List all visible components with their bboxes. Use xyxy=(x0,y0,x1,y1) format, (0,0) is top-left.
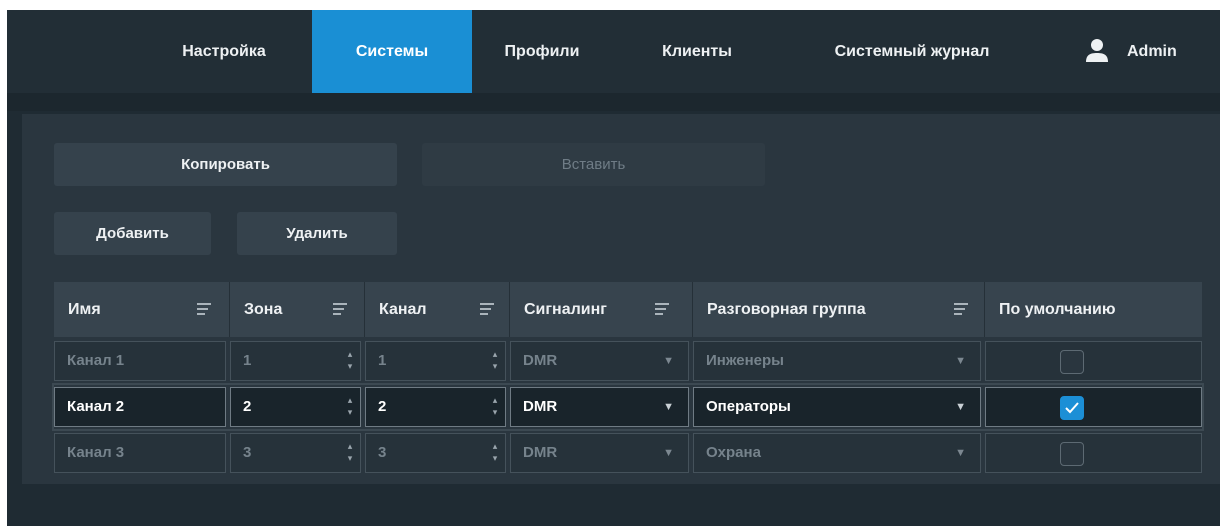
column-menu-icon[interactable] xyxy=(655,303,669,316)
talkgroup-select[interactable]: Операторы ▼ xyxy=(693,387,981,427)
signaling-select[interactable]: DMR ▼ xyxy=(510,387,689,427)
table-header: Имя Зона Канал Сигналинг Разговорная гру… xyxy=(54,282,1202,337)
nav-tab-system-log[interactable]: Системный журнал xyxy=(802,10,1022,93)
column-header-talkgroup[interactable]: Разговорная группа xyxy=(693,282,984,337)
nav-tab-profiles[interactable]: Профили xyxy=(487,10,597,93)
default-checkbox[interactable] xyxy=(1060,350,1084,374)
dropdown-arrow-icon[interactable]: ▼ xyxy=(663,342,674,380)
dropdown-arrow-icon[interactable]: ▼ xyxy=(663,388,674,426)
default-checkbox[interactable] xyxy=(1060,442,1084,466)
default-checkbox[interactable] xyxy=(1060,396,1084,420)
column-menu-icon[interactable] xyxy=(333,303,347,316)
channel-stepper[interactable]: 2 ▴ ▾ xyxy=(365,387,506,427)
zone-stepper[interactable]: 3 ▴ ▾ xyxy=(230,433,361,473)
talkgroup-select[interactable]: Охрана ▼ xyxy=(693,433,981,473)
user-menu[interactable]: Admin xyxy=(1082,10,1220,93)
column-menu-icon[interactable] xyxy=(954,303,968,316)
zone-stepper[interactable]: 1 ▴ ▾ xyxy=(230,341,361,381)
name-field[interactable]: Канал 2 xyxy=(54,387,226,427)
zone-stepper[interactable]: 2 ▴ ▾ xyxy=(230,387,361,427)
channel-stepper[interactable]: 1 ▴ ▾ xyxy=(365,341,506,381)
spin-arrows-icon[interactable]: ▴ ▾ xyxy=(491,440,499,466)
user-icon xyxy=(1086,39,1108,62)
column-menu-icon[interactable] xyxy=(197,303,211,316)
default-cell xyxy=(985,387,1202,427)
channel-stepper[interactable]: 3 ▴ ▾ xyxy=(365,433,506,473)
talkgroup-select[interactable]: Инженеры ▼ xyxy=(693,341,981,381)
delete-button[interactable]: Удалить xyxy=(237,212,397,255)
column-header-default[interactable]: По умолчанию xyxy=(985,282,1202,337)
spin-arrows-icon[interactable]: ▴ ▾ xyxy=(491,394,499,420)
add-button[interactable]: Добавить xyxy=(54,212,211,255)
name-field[interactable]: Канал 1 xyxy=(54,341,226,381)
nav-tab-systems[interactable]: Системы xyxy=(312,10,472,93)
name-field[interactable]: Канал 3 xyxy=(54,433,226,473)
dropdown-arrow-icon[interactable]: ▼ xyxy=(955,342,966,380)
signaling-select[interactable]: DMR ▼ xyxy=(510,341,689,381)
dropdown-arrow-icon[interactable]: ▼ xyxy=(955,388,966,426)
channels-panel: Копировать Вставить Добавить Удалить Имя… xyxy=(22,114,1220,484)
top-navigation: Настройка Системы Профили Клиенты Систем… xyxy=(7,10,1220,93)
table-row[interactable]: Канал 2 2 ▴ ▾ 2 ▴ ▾ DMR ▼ Операторы ▼ xyxy=(52,383,1204,431)
dropdown-arrow-icon[interactable]: ▼ xyxy=(955,434,966,472)
spin-arrows-icon[interactable]: ▴ ▾ xyxy=(346,394,354,420)
dropdown-arrow-icon[interactable]: ▼ xyxy=(663,434,674,472)
signaling-select[interactable]: DMR ▼ xyxy=(510,433,689,473)
nav-divider-strip xyxy=(7,93,1220,111)
paste-button[interactable]: Вставить xyxy=(422,143,765,186)
spin-arrows-icon[interactable]: ▴ ▾ xyxy=(491,348,499,374)
column-menu-icon[interactable] xyxy=(480,303,494,316)
nav-tab-clients[interactable]: Клиенты xyxy=(642,10,752,93)
copy-button[interactable]: Копировать xyxy=(54,143,397,186)
default-cell xyxy=(985,341,1202,381)
table-row[interactable]: Канал 3 3 ▴ ▾ 3 ▴ ▾ DMR ▼ Охрана ▼ xyxy=(54,431,1202,475)
spin-arrows-icon[interactable]: ▴ ▾ xyxy=(346,440,354,466)
nav-tab-settings[interactable]: Настройка xyxy=(159,10,289,93)
app-frame: Настройка Системы Профили Клиенты Систем… xyxy=(7,10,1220,526)
table-row[interactable]: Канал 1 1 ▴ ▾ 1 ▴ ▾ DMR ▼ Инженеры ▼ xyxy=(54,339,1202,383)
user-name: Admin xyxy=(1127,43,1177,60)
spin-arrows-icon[interactable]: ▴ ▾ xyxy=(346,348,354,374)
checkmark-icon xyxy=(1065,402,1079,414)
default-cell xyxy=(985,433,1202,473)
